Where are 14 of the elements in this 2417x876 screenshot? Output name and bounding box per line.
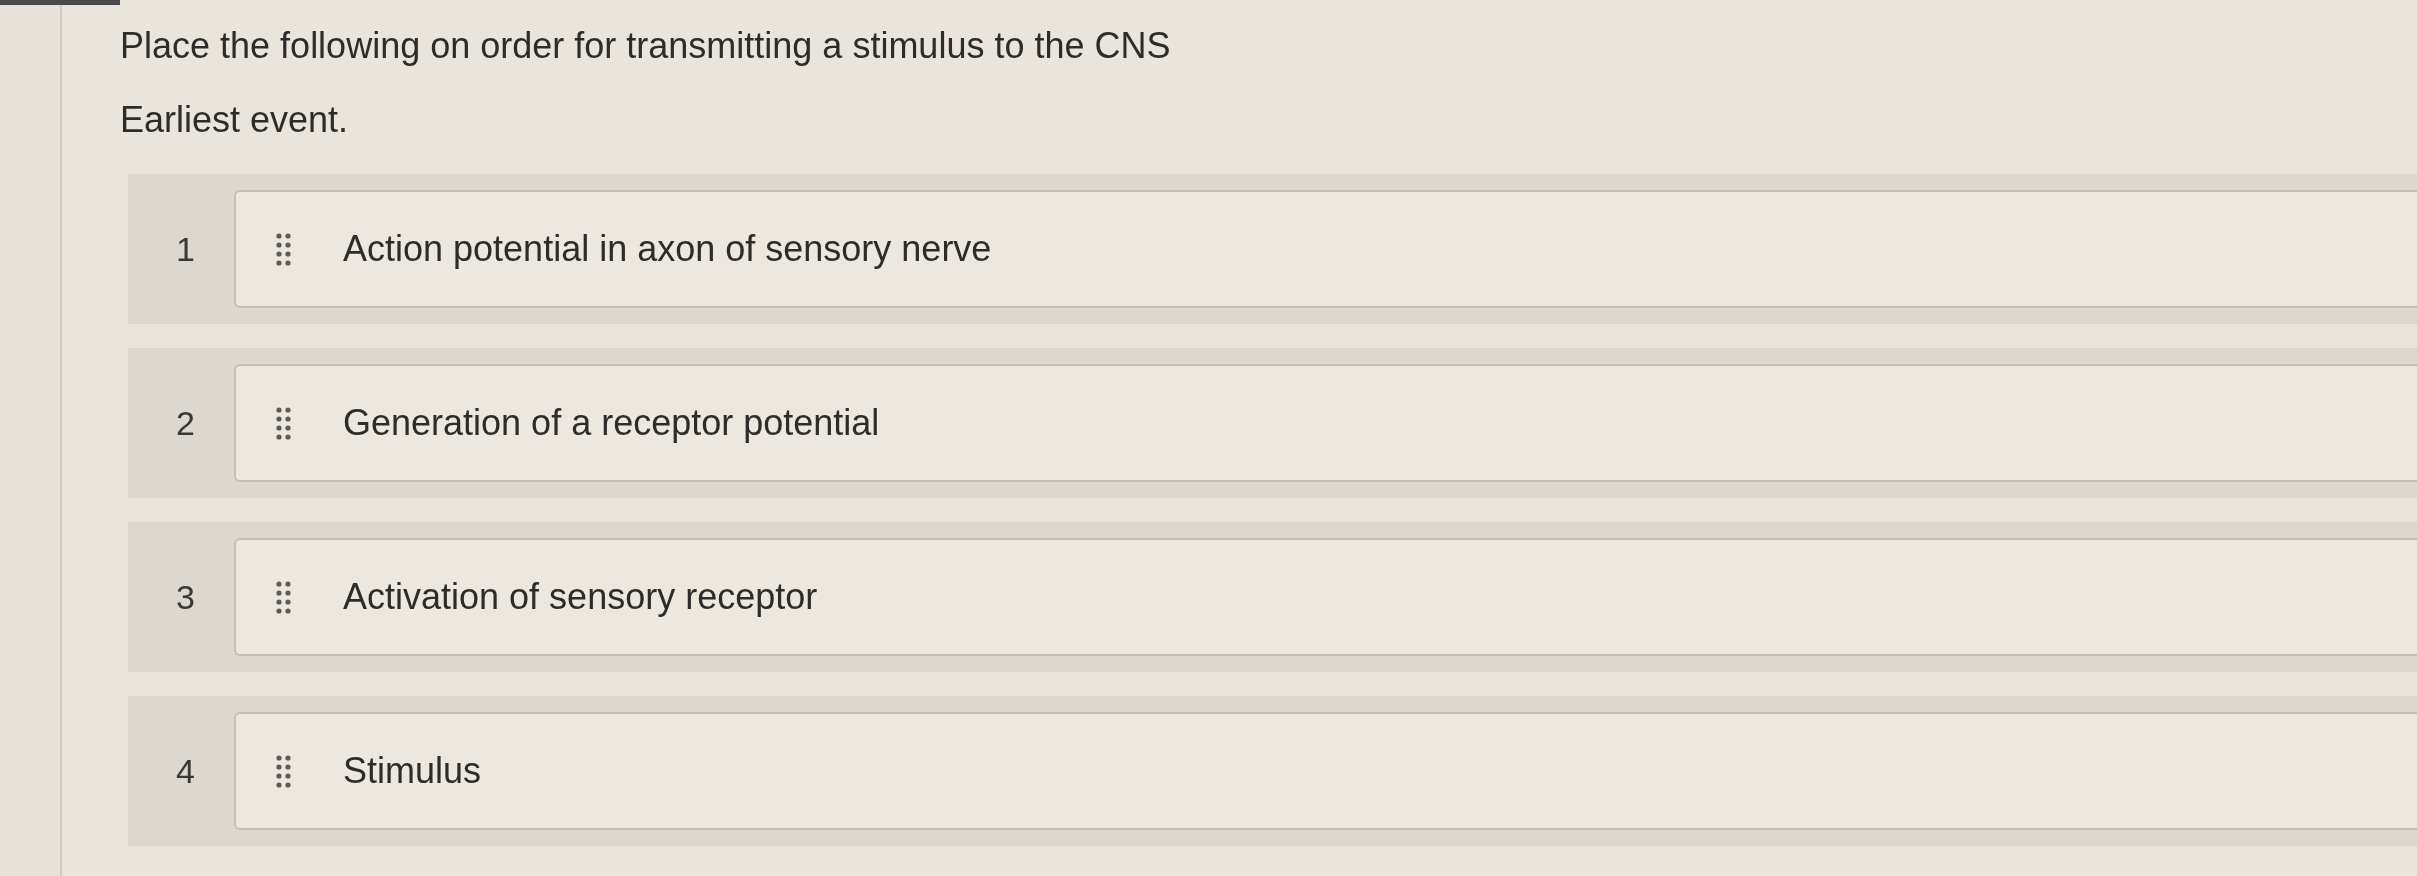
drag-handle-icon[interactable] xyxy=(276,406,291,440)
position-number: 2 xyxy=(176,402,196,444)
draggable-answer-item[interactable]: Activation of sensory receptor xyxy=(234,538,2417,656)
position-number: 4 xyxy=(176,750,196,792)
position-number: 1 xyxy=(176,228,196,270)
question-instruction: Earliest event. xyxy=(120,98,350,142)
draggable-answer-item[interactable]: Action potential in axon of sensory nerve xyxy=(234,190,2417,308)
drag-handle-icon[interactable] xyxy=(276,580,291,614)
drag-handle-icon[interactable] xyxy=(276,754,291,788)
drag-handle-icon[interactable] xyxy=(276,232,291,266)
draggable-answer-item[interactable]: Stimulus xyxy=(234,712,2417,830)
question-prompt: Place the following on order for transmitting a stimulus to the CNS xyxy=(120,24,1172,68)
draggable-answer-item[interactable]: Generation of a receptor potential xyxy=(234,364,2417,482)
position-number: 3 xyxy=(176,576,196,618)
